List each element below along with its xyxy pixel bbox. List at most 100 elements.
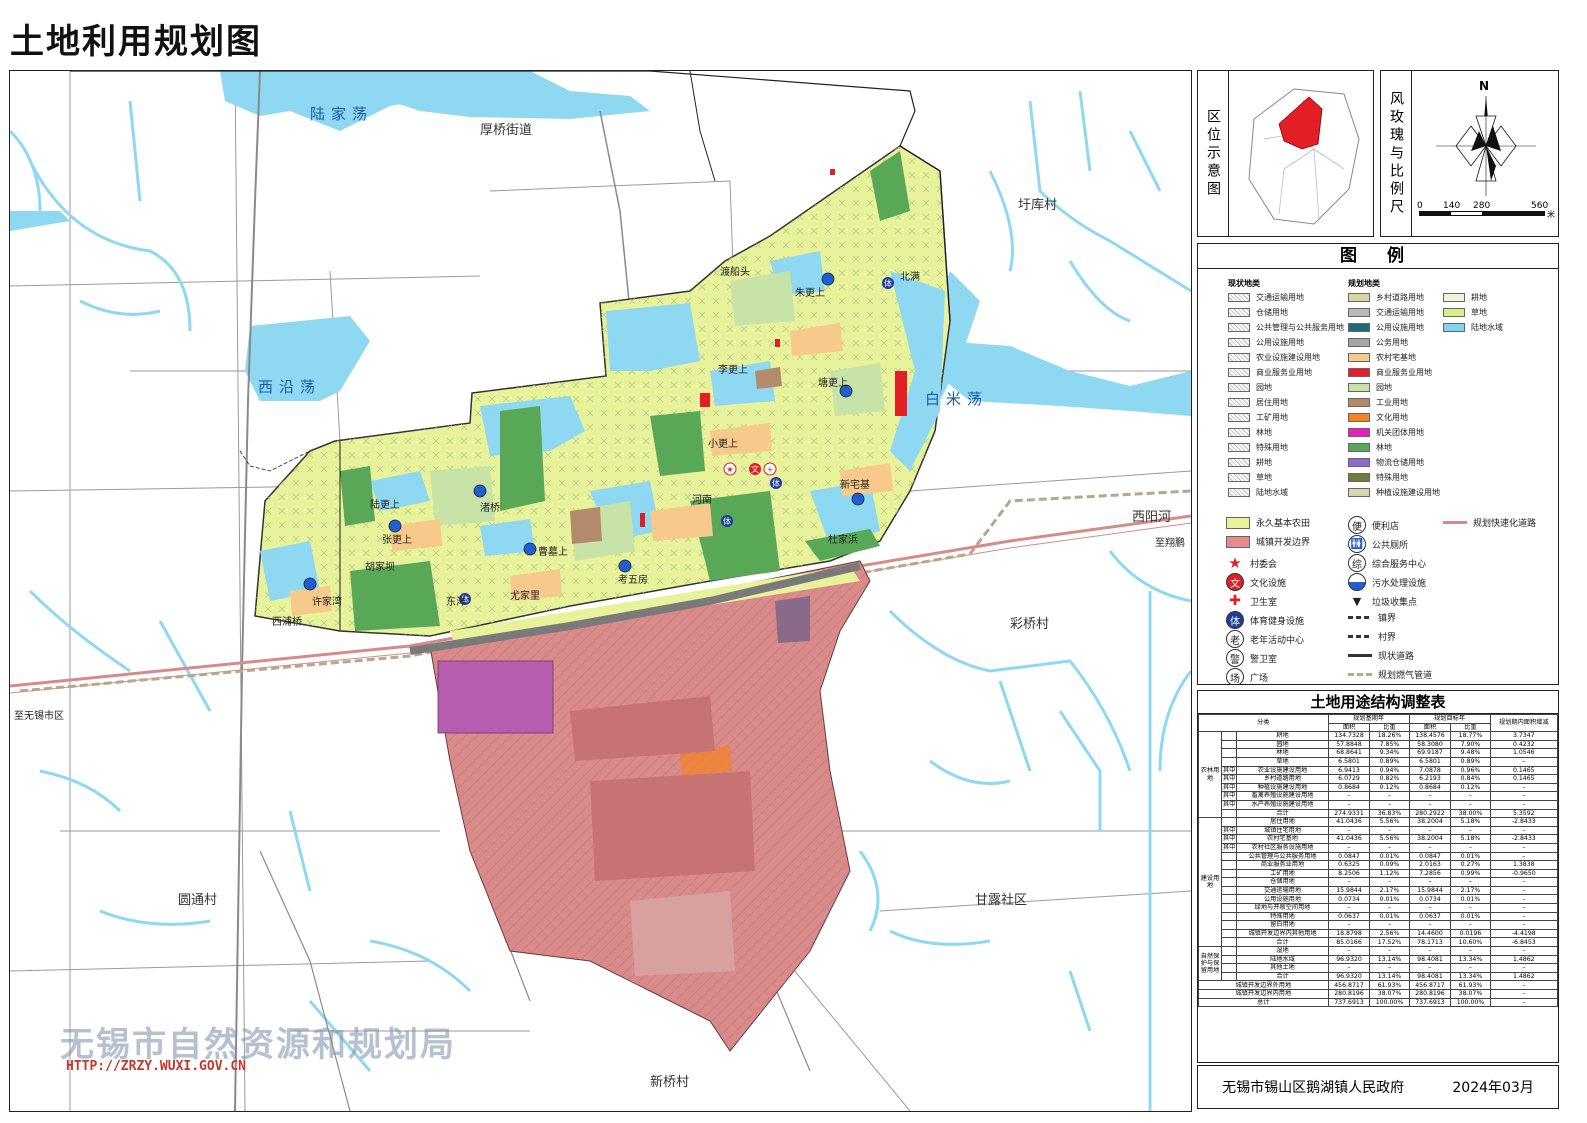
table-value-cell: 5.56%	[1369, 834, 1410, 844]
table-value-cell: 737.6913	[1327, 997, 1371, 1008]
table-name-cell: 园地	[1236, 739, 1329, 750]
label-dubuanjian: 渡船头	[720, 267, 750, 278]
legend-current-header: 现状地类	[1228, 279, 1260, 288]
table-sub-cell	[1220, 860, 1238, 870]
main-map[interactable]: 体 ★ 文 + 体 体 体 厚桥街道 圩库村 彩桥村 圆通村 甘露社区 新桥村 …	[9, 70, 1192, 1112]
table-value-cell: –	[1450, 799, 1491, 810]
label-ligengshang: 李更上	[718, 365, 748, 376]
table-sub-cell	[1220, 877, 1238, 887]
legend-planned-item: 文化用地	[1348, 412, 1408, 423]
label-caiqiao: 彩桥村	[1010, 617, 1050, 632]
table-value-cell: 0.99%	[1450, 868, 1491, 879]
legend-current-item: 园地	[1228, 382, 1272, 393]
table-row: 其他土地 – – – – –	[1199, 963, 1558, 973]
legend-label: 交通运输用地	[1256, 293, 1304, 302]
legend-swatch	[1228, 293, 1250, 302]
legend-label: 陆地水域	[1256, 488, 1288, 497]
table-value-cell: 36.83%	[1369, 808, 1410, 819]
legend-swatch	[1348, 353, 1370, 362]
legend-swatch	[1228, 383, 1250, 392]
legend-symbol-icon: 体	[1226, 611, 1244, 629]
legend-symbol-label: 规划快速化道路	[1473, 519, 1537, 529]
table-row: 草地 6.5801 0.89% 6.5801 0.89% –	[1199, 756, 1558, 767]
legend-swatch	[1348, 308, 1370, 317]
legend-symbol-icon: 🚻	[1348, 535, 1366, 553]
legend-symbol-label: 村界	[1378, 633, 1397, 643]
table-sub-cell	[1220, 903, 1238, 913]
table-value-cell: 0.89%	[1369, 756, 1410, 767]
legend-planned-item: 公务用地	[1348, 337, 1408, 348]
table-value-cell: –	[1369, 946, 1410, 956]
legend-label: 公共管理与公共服务用地	[1256, 323, 1344, 332]
legend-current-item: 商业服务业用地	[1228, 367, 1312, 378]
legend-symbol-icon	[1348, 673, 1372, 676]
table-sub-cell	[1220, 954, 1238, 965]
table-value-cell: –	[1450, 963, 1491, 973]
scale-tick-280: 280	[1473, 201, 1491, 211]
table-name-cell: 公共管理与公共服务用地	[1236, 851, 1329, 862]
map-watermark-url: HTTP://ZRZY.WUXI.GOV.CN	[66, 1059, 247, 1074]
label-zhizhen: 至翔鹏	[1155, 538, 1185, 549]
table-value-cell: –	[1450, 903, 1491, 913]
table-sub-cell	[1220, 920, 1238, 930]
label-yuantong: 圆通村	[178, 893, 218, 908]
table-sub-cell	[1220, 808, 1238, 819]
table-value-cell: 98.4081	[1408, 954, 1452, 965]
legend-label: 居住用地	[1256, 398, 1288, 407]
table-value-cell: 5.3592	[1489, 808, 1558, 819]
table-value-cell: –	[1408, 963, 1452, 973]
legend-planned-item: 特殊用地	[1348, 472, 1408, 483]
table-name-cell: 陆地水域	[1236, 954, 1329, 965]
water-bodies	[10, 71, 1191, 416]
legend-symbol-item: 警警卫室	[1226, 649, 1277, 667]
table-value-cell: –	[1369, 920, 1410, 930]
table-name-cell: 种植设施建设用地	[1236, 782, 1329, 793]
legend-swatch	[1228, 398, 1250, 407]
table-value-cell: 1.4862	[1489, 971, 1558, 982]
legend-symbol-item: ★ 村委会	[1226, 554, 1277, 572]
table-value-cell: –	[1450, 791, 1491, 801]
location-panel-title: 区位示意图	[1198, 71, 1229, 236]
legend-symbol-label: 文化设施	[1250, 578, 1287, 589]
legend-swatch	[1228, 368, 1250, 377]
table-row: 陆地水域 96.9320 13.14% 98.4081 13.34% 1.4862	[1199, 954, 1558, 965]
table-value-cell: 0.01%	[1450, 851, 1491, 862]
legend-planned-item: 工业用地	[1348, 397, 1408, 408]
table-value-cell: 2.0163	[1408, 860, 1452, 870]
table-name-cell: 水产养殖设施建设用地	[1236, 799, 1329, 810]
table-value-cell: 0.27%	[1450, 860, 1491, 870]
label-xiaogengshang: 小更上	[708, 439, 738, 450]
table-body: 农林用地 耕地 134.7328 18.26% 138.4576 18.77% 3.7347…	[1198, 731, 1558, 1008]
legend-planned-item: 交通运输用地	[1348, 307, 1424, 318]
legend-label: 耕地	[1256, 458, 1272, 467]
legend-current-item: 耕地	[1228, 457, 1272, 468]
legend-planned-item: 耕地	[1443, 292, 1487, 303]
legend-swatch	[1228, 323, 1250, 332]
table-value-cell: 0.0847	[1327, 851, 1371, 862]
table-name-cell: 公用设施用地	[1236, 894, 1329, 905]
table-value-cell: –	[1450, 825, 1491, 836]
location-inset-map	[1248, 88, 1360, 225]
table-name-cell: 合计	[1236, 937, 1329, 948]
table-name-cell: 湿地	[1236, 946, 1329, 956]
legend-current-item: 工矿用地	[1228, 412, 1288, 423]
legend-symbol-icon	[1443, 521, 1467, 524]
legend-swatch	[1228, 443, 1250, 452]
table-row: 仓储用地 – – – – –	[1199, 877, 1558, 887]
table-value-cell: 0.0637	[1408, 911, 1452, 922]
table-value-cell: –	[1369, 799, 1410, 810]
label-ganlu: 甘露社区	[975, 893, 1028, 908]
table-value-cell: 38.07%	[1369, 989, 1410, 999]
table-row: 城镇开发边界内用地 280.8196 38.07% 280.8196 38.07% –	[1198, 989, 1558, 999]
table-value-cell: -2.8433	[1489, 817, 1558, 827]
label-hujiaba: 胡家坝	[365, 562, 395, 573]
legend-title: 图 例	[1198, 244, 1558, 269]
legend-symbol-item: 规划燃气管道	[1348, 668, 1432, 681]
legend-swatch	[1348, 323, 1370, 332]
table-value-cell: 1.3838	[1489, 860, 1558, 870]
legend-planned-item: 机关团体用地	[1348, 427, 1424, 438]
legend-symbol-label: 便利店	[1372, 521, 1400, 532]
scale-unit: 米	[1547, 210, 1555, 219]
table-group-cell: 农林用地	[1198, 731, 1222, 819]
legend-symbol-icon: 警	[1226, 649, 1244, 667]
